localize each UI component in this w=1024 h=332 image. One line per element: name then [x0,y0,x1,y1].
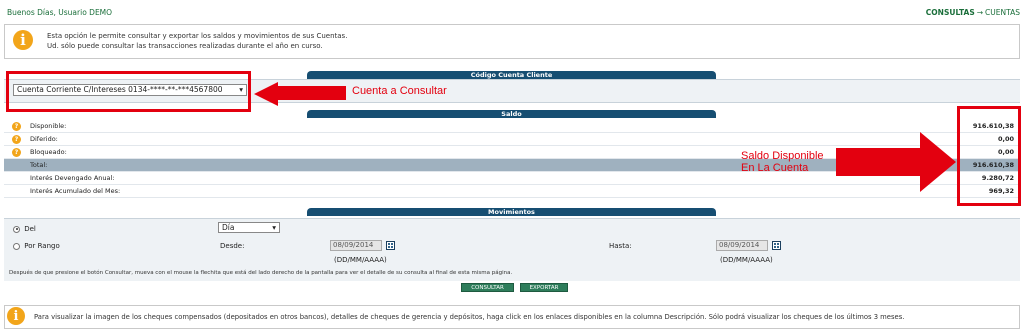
period-select-value: Día [222,222,235,232]
option-del-label: Del [24,225,36,233]
saldo-row-interes-acumulado: Interés Acumulado del Mes: 969,32 [4,185,1020,198]
saldo-label: Disponible: [30,122,67,130]
calendar-icon[interactable] [772,241,781,250]
saldo-annotation-line-1: Saldo Disponible [741,150,824,162]
exportar-button[interactable]: EXPORTAR [520,283,568,292]
info-icon: i [7,307,25,325]
movimientos-section-header: Movimientos [307,208,716,216]
left-arrow-annotation [254,82,278,106]
saldo-label: Bloqueado: [30,148,67,156]
info-icon: i [13,30,33,50]
arrow-shaft [276,86,346,100]
saldo-label: Interés Acumulado del Mes: [30,187,121,195]
option-del[interactable]: Del [13,225,36,233]
hasta-label: Hasta: [609,242,632,250]
saldo-label: Interés Devengado Anual: [30,174,115,182]
info-text: Esta opción le permite consultar y expor… [47,31,347,51]
saldo-row-disponible: ? Disponible: 916.610,38 [4,120,1020,133]
account-annotation: Cuenta a Consultar [352,85,447,97]
saldo-label: Total: [30,161,48,169]
saldo-annotation: Saldo Disponible En La Cuenta [741,150,824,174]
instruction-note: Después de que presione el botón Consult… [9,270,513,276]
help-icon[interactable]: ? [12,122,21,131]
account-section-header: Código Cuenta Cliente [307,71,716,79]
desde-label: Desde: [220,242,245,250]
breadcrumb-page: CUENTAS [985,8,1020,17]
info-line-1: Esta opción le permite consultar y expor… [47,32,348,40]
info-line-2: Ud. sólo puede consultar las transaccion… [47,42,323,50]
movimientos-panel: Del Día ▾ Por Rango Desde: 08/09/2014 (D… [4,218,1020,281]
breadcrumb-separator: → [976,8,984,17]
saldo-highlight-frame [957,106,1021,206]
chevron-down-icon: ▾ [272,222,276,232]
hasta-format: (DD/MM/AAAA) [720,256,773,264]
saldo-annotation-line-2: En La Cuenta [741,162,809,174]
option-rango-label: Por Rango [24,242,60,250]
consultar-button[interactable]: CONSULTAR [461,283,514,292]
account-highlight-frame [6,71,251,112]
breadcrumb: CONSULTAS → CUENTAS [926,8,1020,17]
saldo-row-diferido: ? Diferido: 0,00 [4,133,1020,146]
greeting-text: Buenos Días, Usuario DEMO [7,8,113,17]
period-select[interactable]: Día ▾ [218,222,280,233]
footer-info-box: i Para visualizar la imagen de los chequ… [4,305,1020,329]
calendar-icon[interactable] [386,241,395,250]
hasta-input[interactable]: 08/09/2014 [716,240,768,251]
right-arrow-annotation [920,132,956,192]
breadcrumb-section[interactable]: CONSULTAS [926,8,975,17]
info-box: i Esta opción le permite consultar y exp… [4,24,1020,59]
saldo-section-header: Saldo [307,110,716,118]
help-icon[interactable]: ? [12,148,21,157]
desde-format: (DD/MM/AAAA) [334,256,387,264]
desde-input[interactable]: 08/09/2014 [330,240,382,251]
arrow-shaft [836,148,922,176]
saldo-label: Diferido: [30,135,58,143]
option-rango[interactable]: Por Rango [13,242,60,250]
radio-rango[interactable] [13,242,20,250]
footer-text: Para visualizar la imagen de los cheques… [34,313,905,321]
radio-del[interactable] [13,225,20,233]
help-icon[interactable]: ? [12,135,21,144]
